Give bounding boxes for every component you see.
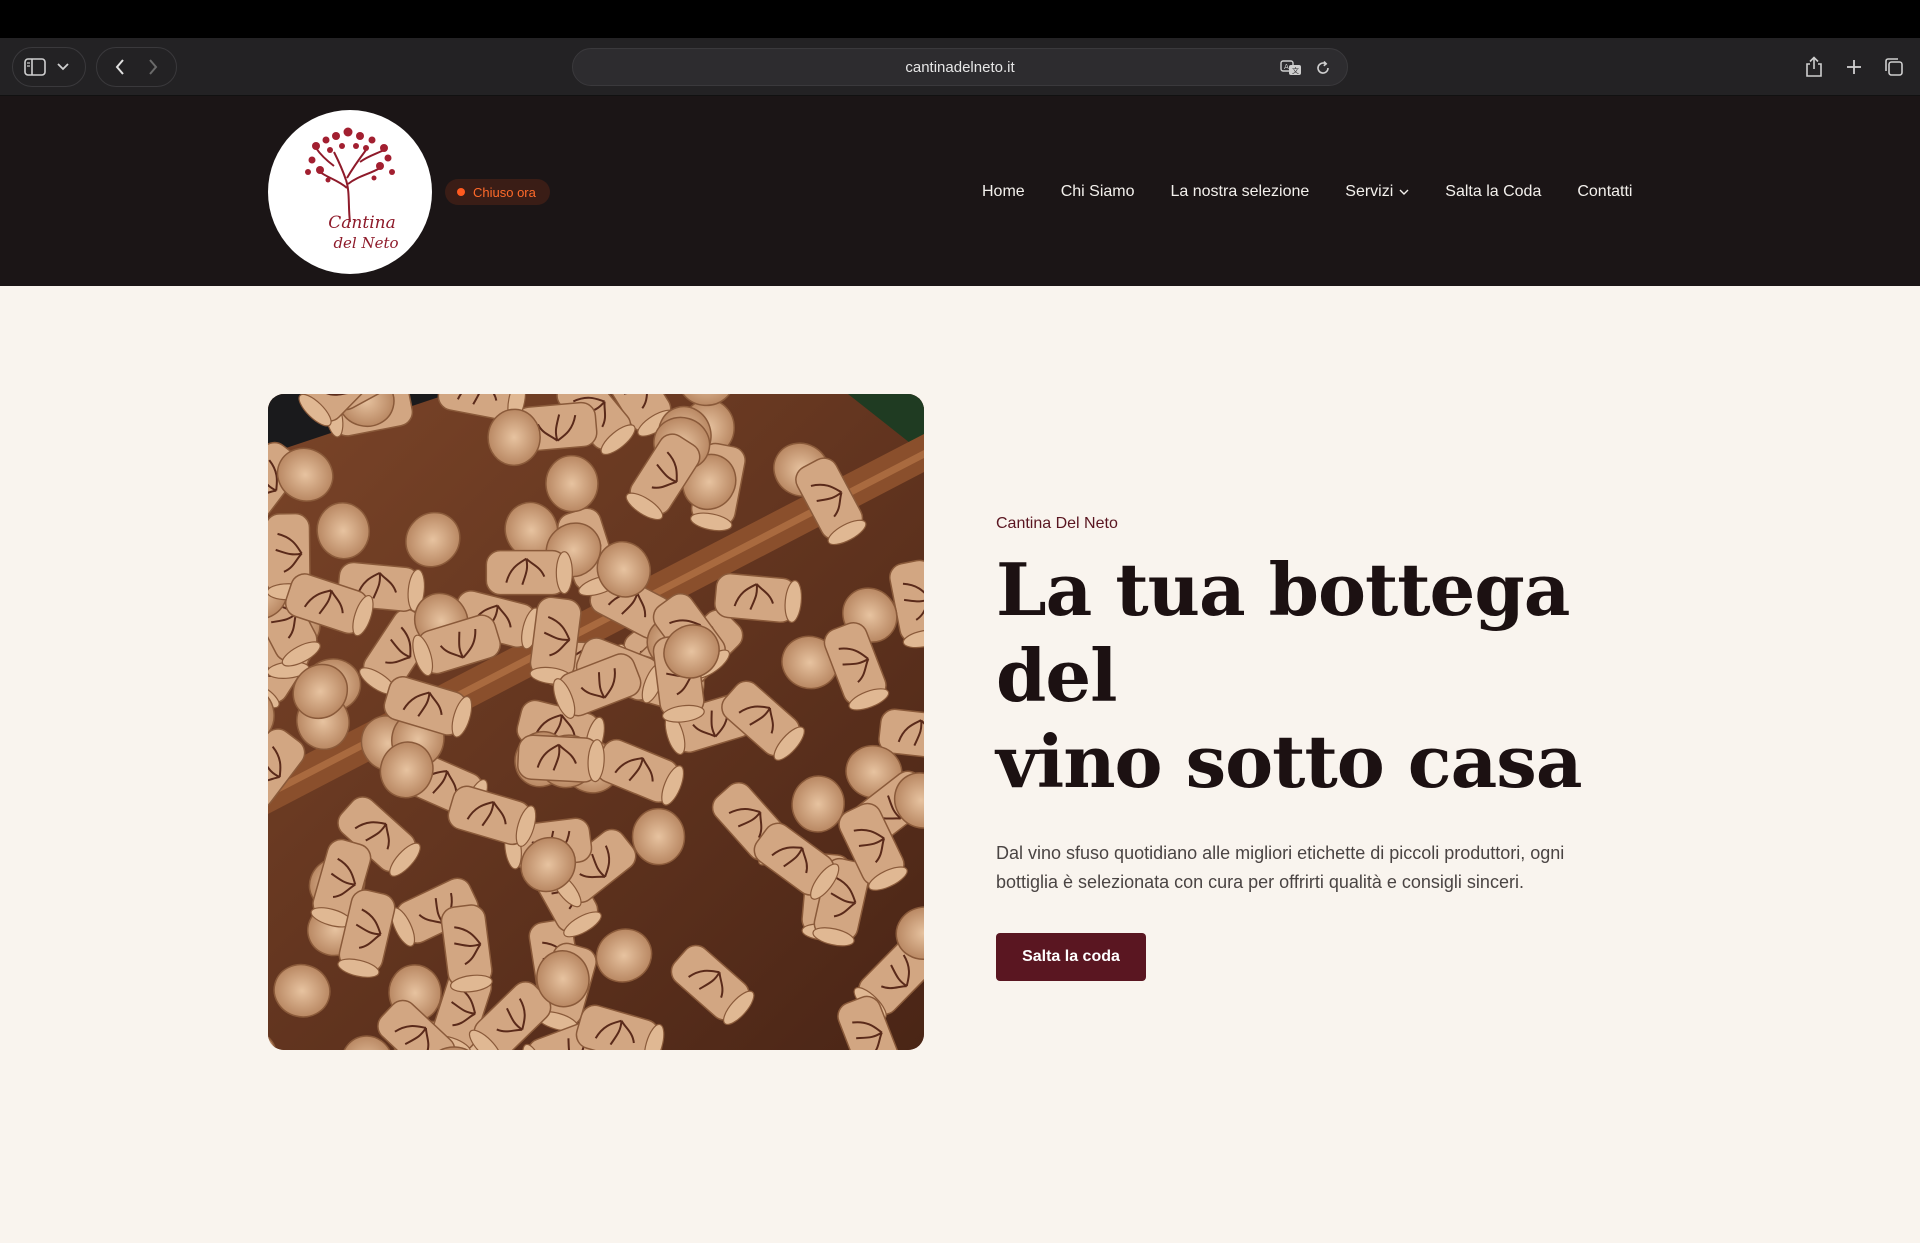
nav-salta-la-coda[interactable]: Salta la Coda (1445, 183, 1541, 201)
browser-toolbar: cantinadelneto.it A文 (0, 38, 1920, 96)
hero-title-line2: vino sotto casa (996, 719, 1582, 804)
salta-la-coda-button[interactable]: Salta la coda (996, 933, 1146, 981)
nav-contatti[interactable]: Contatti (1577, 183, 1632, 201)
url-text: cantinadelneto.it (905, 58, 1015, 76)
chevron-down-icon[interactable] (51, 55, 75, 79)
tree-logo-icon: Cantina del Neto (305, 127, 399, 252)
new-tab-icon[interactable] (1842, 55, 1866, 79)
hero-text: Cantina Del Neto La tua bottega del vino… (996, 515, 1636, 981)
share-icon[interactable] (1802, 55, 1826, 79)
site-header: Cantina del Neto Chiuso ora Home Chi Sia… (0, 96, 1920, 286)
forward-icon[interactable] (141, 55, 165, 79)
svg-text:文: 文 (1292, 66, 1299, 75)
status-text: Chiuso ora (473, 184, 536, 200)
nav-chi-siamo[interactable]: Chi Siamo (1061, 183, 1135, 201)
status-badge: Chiuso ora (445, 179, 550, 205)
sidebar-toggle-group[interactable] (12, 47, 86, 87)
translate-icon[interactable]: A文 (1279, 56, 1303, 80)
main-nav: Home Chi Siamo La nostra selezione Servi… (982, 176, 1632, 208)
hero-eyebrow: Cantina Del Neto (996, 515, 1118, 532)
corks-photo-icon (268, 394, 924, 1050)
nav-servizi-label: Servizi (1345, 183, 1394, 200)
status-dot-icon (457, 188, 465, 196)
history-nav-group (96, 47, 177, 87)
hero-description: Dal vino sfuso quotidiano alle migliori … (996, 843, 1565, 892)
nav-la-nostra-selezione[interactable]: La nostra selezione (1171, 183, 1310, 201)
nav-servizi[interactable]: Servizi (1345, 183, 1409, 201)
logo-line2: del Neto (333, 234, 398, 252)
window-top-strip (0, 0, 1920, 38)
sidebar-icon[interactable] (23, 55, 47, 79)
nav-home[interactable]: Home (982, 183, 1025, 201)
site-logo[interactable]: Cantina del Neto (268, 110, 432, 274)
hero-image-corks (268, 394, 924, 1050)
address-bar[interactable]: cantinadelneto.it A文 (572, 48, 1348, 86)
tabs-overview-icon[interactable] (1882, 55, 1906, 79)
hero-title: La tua bottega del vino sotto casa (996, 547, 1636, 805)
chevron-down-icon (1399, 189, 1409, 195)
reload-icon[interactable] (1311, 56, 1335, 80)
back-icon[interactable] (108, 55, 132, 79)
hero-title-line1: La tua bottega del (996, 547, 1570, 718)
svg-text:A: A (1284, 63, 1289, 71)
logo-line1: Cantina (328, 213, 395, 233)
